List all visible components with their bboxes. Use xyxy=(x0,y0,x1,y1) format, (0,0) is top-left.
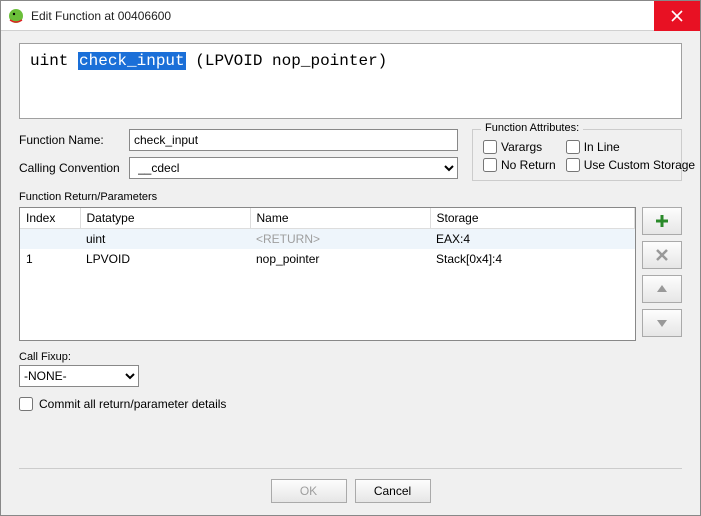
remove-param-button[interactable] xyxy=(642,241,682,269)
dialog-window: Edit Function at 00406600 uint check_inp… xyxy=(0,0,701,516)
function-attributes-title: Function Attributes: xyxy=(481,122,583,134)
function-name-label: Function Name: xyxy=(19,133,119,147)
function-attributes-group: Function Attributes: Varargs In Line No … xyxy=(472,129,682,181)
calling-convention-label: Calling Convention xyxy=(19,161,119,175)
sig-p1-name: nop_pointer xyxy=(262,52,377,70)
move-down-button[interactable] xyxy=(642,309,682,337)
params-section: Function Return/Parameters Index Datatyp… xyxy=(19,191,682,341)
signature-preview[interactable]: uint check_input (LPVOID nop_pointer) xyxy=(19,43,682,119)
ok-button[interactable]: OK xyxy=(271,479,347,503)
noreturn-checkbox[interactable]: No Return xyxy=(483,158,556,172)
dialog-body: uint check_input (LPVOID nop_pointer) Fu… xyxy=(1,31,700,515)
sig-function-name: check_input xyxy=(78,52,186,70)
col-storage[interactable]: Storage xyxy=(430,208,635,229)
mid-row: Function Name: Calling Convention __cdec… xyxy=(19,129,682,181)
table-row[interactable]: uint <RETURN> EAX:4 xyxy=(20,229,635,250)
window-title: Edit Function at 00406600 xyxy=(31,9,654,23)
sig-return-type: uint xyxy=(30,52,68,70)
sig-p1-type: LPVOID xyxy=(205,52,263,70)
col-name[interactable]: Name xyxy=(250,208,430,229)
param-side-buttons xyxy=(642,207,682,337)
commit-checkbox[interactable]: Commit all return/parameter details xyxy=(19,397,682,411)
ghidra-icon xyxy=(7,7,25,25)
custom-storage-checkbox[interactable]: Use Custom Storage xyxy=(566,158,695,172)
table-header-row: Index Datatype Name Storage xyxy=(20,208,635,229)
move-up-button[interactable] xyxy=(642,275,682,303)
call-fixup-label: Call Fixup: xyxy=(19,351,682,363)
params-label: Function Return/Parameters xyxy=(19,191,682,203)
function-name-input[interactable] xyxy=(129,129,458,151)
col-datatype[interactable]: Datatype xyxy=(80,208,250,229)
table-row[interactable]: 1 LPVOID nop_pointer Stack[0x4]:4 xyxy=(20,249,635,269)
add-param-button[interactable] xyxy=(642,207,682,235)
sig-open: ( xyxy=(186,52,205,70)
call-fixup-row: Call Fixup: -NONE- xyxy=(19,351,682,387)
col-index[interactable]: Index xyxy=(20,208,80,229)
sig-close: ) xyxy=(378,52,388,70)
calling-convention-select[interactable]: __cdecl xyxy=(129,157,458,179)
commit-label: Commit all return/parameter details xyxy=(39,397,226,411)
function-name-row: Function Name: xyxy=(19,129,458,151)
dialog-footer: OK Cancel xyxy=(19,468,682,515)
titlebar: Edit Function at 00406600 xyxy=(1,1,700,31)
varargs-checkbox[interactable]: Varargs xyxy=(483,140,556,154)
cancel-button[interactable]: Cancel xyxy=(355,479,431,503)
calling-convention-row: Calling Convention __cdecl xyxy=(19,157,458,179)
mid-left: Function Name: Calling Convention __cdec… xyxy=(19,129,458,179)
call-fixup-select[interactable]: -NONE- xyxy=(19,365,139,387)
params-table[interactable]: Index Datatype Name Storage uint <RETURN… xyxy=(19,207,636,341)
inline-checkbox[interactable]: In Line xyxy=(566,140,695,154)
close-button[interactable] xyxy=(654,1,700,31)
